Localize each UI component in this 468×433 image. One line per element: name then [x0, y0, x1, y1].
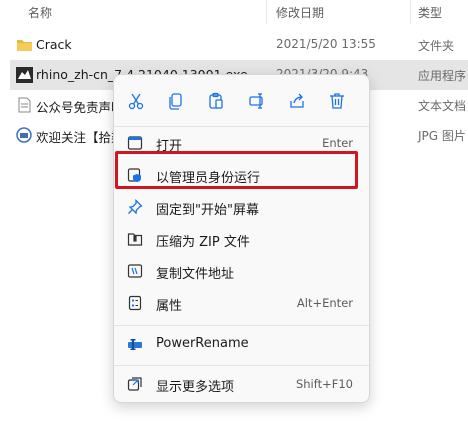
open-icon [126, 134, 144, 152]
menu-item-pin-to-start[interactable]: 固定到"开始"屏幕 [118, 191, 365, 223]
menu-item-label: 压缩为 ZIP 文件 [156, 235, 250, 250]
text-file-icon [16, 97, 33, 113]
more-options-icon [126, 375, 144, 393]
column-divider[interactable] [410, 0, 411, 24]
paste-icon[interactable] [202, 87, 230, 115]
menu-item-properties[interactable]: 属性 Alt+Enter [118, 287, 365, 319]
menu-item-shortcut: Alt+Enter [296, 296, 353, 310]
menu-item-label: 属性 [156, 299, 183, 314]
menu-item-shortcut: Shift+F10 [295, 377, 353, 391]
highlight-annotation-box [115, 151, 358, 189]
file-type: 文本文档 [418, 99, 467, 113]
menu-item-compress-zip[interactable]: 压缩为 ZIP 文件 [118, 223, 365, 255]
cut-icon[interactable] [122, 87, 150, 115]
menu-item-copy-path[interactable]: 复制文件地址 [118, 255, 365, 287]
menu-separator [114, 325, 369, 326]
column-name-header[interactable]: 名称 [28, 4, 52, 21]
folder-icon [16, 37, 33, 53]
file-row-crack[interactable]: Crack 2021/5/20 13:55 文件夹 [10, 30, 468, 60]
zip-icon [126, 230, 144, 248]
file-date: 2021/5/20 13:55 [276, 37, 376, 51]
context-menu: 打开 Enter 以管理员身份运行 固定到"开始"屏幕 压缩为 ZIP 文件 复… [113, 74, 370, 403]
file-type: 应用程序 [418, 69, 467, 83]
column-header: 名称 修改日期 类型 [0, 0, 468, 24]
column-date-header[interactable]: 修改日期 [276, 4, 324, 21]
quick-actions-bar [114, 75, 369, 125]
menu-item-label: 复制文件地址 [156, 267, 235, 282]
menu-item-label: PowerRename [156, 336, 249, 351]
file-type: JPG 图片 [418, 129, 466, 143]
menu-item-show-more-options[interactable]: 显示更多选项 Shift+F10 [118, 368, 365, 400]
pin-icon [126, 198, 144, 216]
menu-item-label: 固定到"开始"屏幕 [156, 203, 259, 218]
delete-icon[interactable] [323, 87, 351, 115]
rhino-app-icon [16, 67, 33, 83]
rename-icon[interactable] [243, 87, 271, 115]
menu-item-shortcut: Enter [322, 136, 353, 150]
column-divider[interactable] [266, 0, 267, 24]
share-icon[interactable] [283, 87, 311, 115]
file-name: Crack [36, 37, 72, 52]
copy-icon[interactable] [162, 87, 190, 115]
copy-path-icon [126, 262, 144, 280]
menu-item-label: 显示更多选项 [156, 380, 235, 395]
menu-separator [114, 365, 369, 366]
powerrename-icon [126, 335, 144, 353]
column-type-header[interactable]: 类型 [418, 4, 442, 21]
properties-icon [126, 294, 144, 312]
menu-item-powerrename[interactable]: PowerRename [118, 328, 365, 360]
file-type: 文件夹 [418, 39, 455, 53]
jpg-file-icon [16, 127, 33, 143]
